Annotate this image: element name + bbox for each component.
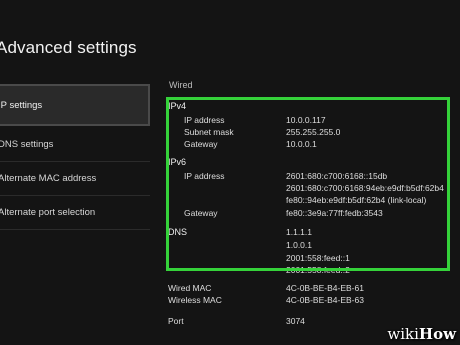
wireless-mac-label: Wireless MAC (168, 295, 222, 305)
sidebar-item-dns-settings[interactable]: DNS settings (0, 128, 150, 162)
port-label: Port (168, 316, 184, 326)
wireless-mac-value: 4C-0B-BE-B4-EB-63 (286, 295, 364, 305)
sidebar-item-label: IP settings (0, 99, 43, 111)
sidebar-item-alternate-port-selection[interactable]: Alternate port selection (0, 196, 150, 230)
port-value: 3074 (286, 316, 305, 326)
wired-mac-value: 4C-0B-BE-B4-EB-61 (286, 283, 364, 293)
sidebar-item-ip-settings[interactable]: IP settings (0, 84, 150, 126)
watermark-part: How (418, 325, 456, 343)
wikihow-watermark: wikiHow (387, 325, 456, 343)
watermark-part: wiki (387, 325, 419, 343)
page-title: Advanced settings (0, 38, 137, 57)
highlight-box (166, 97, 450, 271)
sidebar-item-alternate-mac-address[interactable]: Alternate MAC address (0, 162, 150, 196)
sidebar-item-label: DNS settings (0, 139, 54, 150)
sidebar-item-label: Alternate port selection (0, 207, 96, 218)
sidebar: IP settings DNS settings Alternate MAC a… (0, 84, 150, 230)
wired-mac-label: Wired MAC (168, 283, 212, 293)
connection-type-label: Wired (169, 80, 193, 90)
sidebar-item-label: Alternate MAC address (0, 173, 97, 184)
